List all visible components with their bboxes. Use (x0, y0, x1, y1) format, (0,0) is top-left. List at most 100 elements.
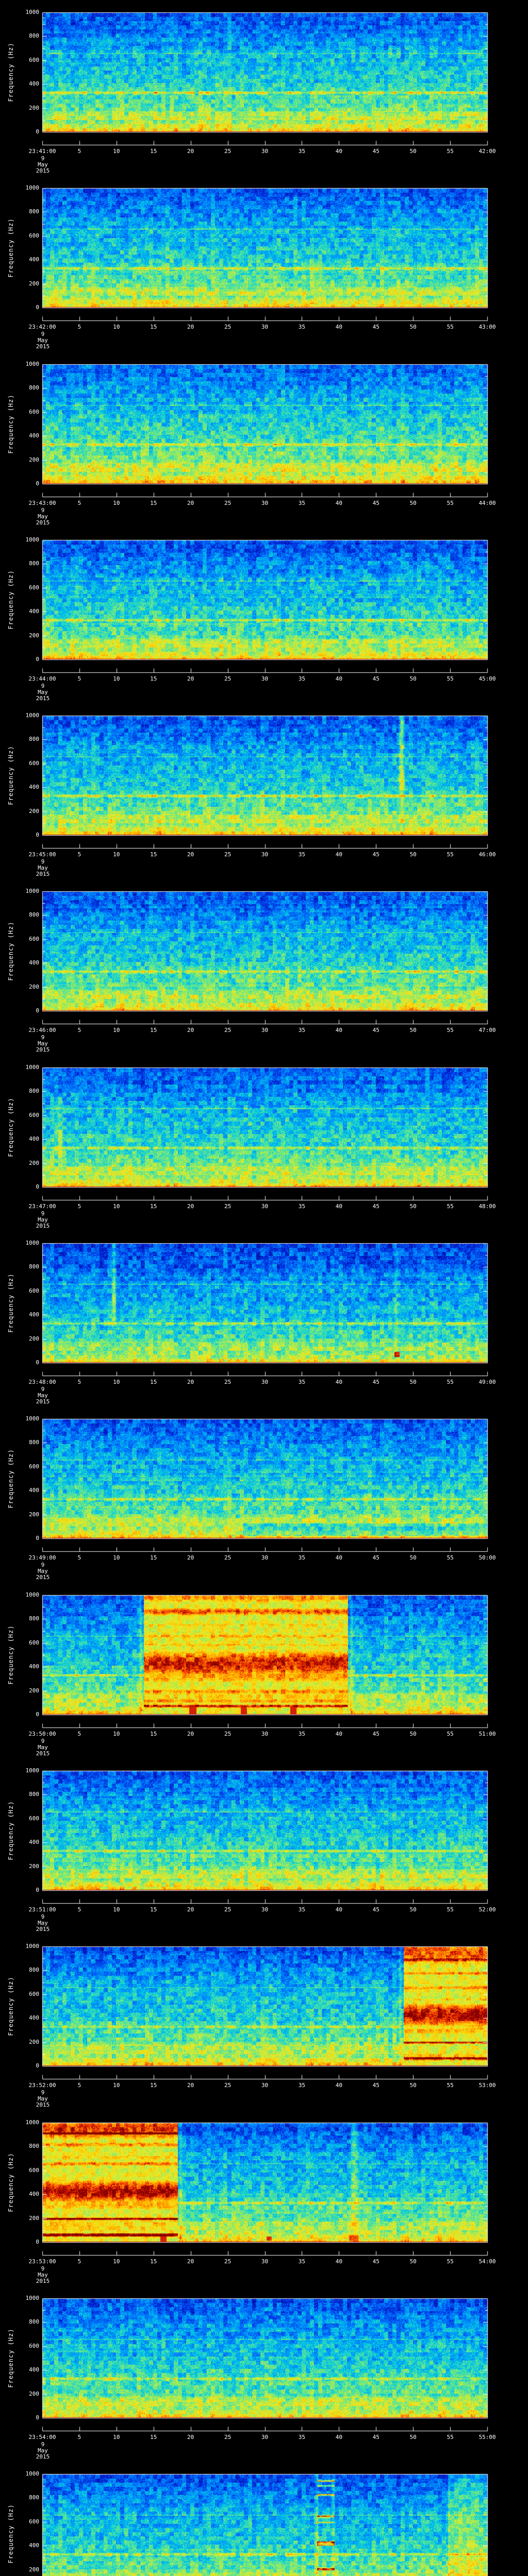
y-tick-label: 200 (29, 1335, 39, 1342)
x-start-time-label: 23:44:00 (28, 675, 56, 682)
y-axis-title: Frequency (Hz) (7, 1625, 14, 1685)
y-tick-label: 1000 (25, 1064, 40, 1071)
x-tick-label: 5 (77, 1203, 81, 1210)
x-tick-label: 10 (113, 1731, 120, 1737)
y-tick-label: 600 (29, 1463, 39, 1470)
x-tick-label: 10 (113, 1554, 120, 1561)
x-tick-label: 15 (150, 1379, 157, 1385)
y-tick-label: 1000 (25, 1240, 40, 1246)
y-tick-label: 400 (29, 784, 39, 791)
x-tick-label: 50 (409, 1731, 417, 1737)
x-tick-label: 25 (224, 2082, 232, 2089)
y-tick-label: 0 (36, 1711, 39, 1718)
x-tick-label: 35 (298, 1731, 306, 1737)
x-end-time-label: 54:00 (478, 2258, 496, 2265)
x-tick-label: 10 (113, 851, 120, 858)
spectrogram-panel-5: Frequency (Hz) 0 200 400 600 800 1000 23:45:00 5… (0, 703, 528, 879)
date-line: 2015 (36, 519, 50, 526)
y-tick-label: 1000 (25, 712, 40, 719)
x-tick-label: 40 (335, 1906, 342, 1913)
x-end-time-label: 46:00 (478, 851, 496, 858)
spectrogram-panel-10: Frequency (Hz) 0 200 400 600 800 1000 23:50:00 5… (0, 1583, 528, 1758)
y-tick-label: 400 (29, 959, 39, 967)
date-line: 2015 (36, 1926, 50, 1933)
x-tick-label: 15 (150, 1203, 157, 1210)
y-tick-label: 400 (29, 1311, 39, 1318)
x-tick-label: 5 (77, 851, 81, 858)
x-tick-label: 45 (372, 1027, 380, 1033)
y-tick-label: 0 (36, 832, 39, 838)
y-tick-label: 400 (29, 2014, 39, 2022)
spectrogram-panel-1: Frequency (Hz) 0 200 400 600 800 1000 23:41:00 5… (0, 0, 528, 176)
x-tick-label: 55 (447, 1203, 454, 1210)
x-start-time-label: 23:45:00 (28, 851, 56, 858)
x-tick-label: 45 (372, 1731, 380, 1737)
x-end-time-label: 43:00 (478, 324, 496, 330)
x-tick-label: 40 (335, 324, 342, 330)
x-tick-label: 55 (447, 1906, 454, 1913)
y-tick-label: 800 (29, 1088, 39, 1095)
x-tick-label: 55 (447, 1554, 454, 1561)
x-tick-label: 5 (77, 1027, 81, 1033)
x-tick-label: 40 (335, 2258, 342, 2265)
x-tick-label: 30 (261, 324, 269, 330)
y-axis-title: Frequency (Hz) (7, 1449, 14, 1509)
y-tick-label: 200 (29, 1862, 39, 1870)
x-end-time-label: 50:00 (478, 1554, 496, 1561)
x-tick-label: 55 (447, 148, 454, 155)
x-tick-label: 15 (150, 1554, 157, 1561)
x-tick-label: 25 (224, 2258, 232, 2265)
x-tick-label: 5 (77, 324, 81, 330)
x-tick-label: 10 (113, 1379, 120, 1385)
y-tick-label: 0 (36, 1183, 39, 1190)
x-tick-label: 30 (261, 1731, 269, 1737)
x-tick-label: 10 (113, 500, 120, 506)
y-tick-label: 600 (29, 2166, 39, 2174)
x-tick-label: 55 (447, 1379, 454, 1385)
x-tick-label: 40 (335, 500, 342, 506)
x-tick-label: 40 (335, 2082, 342, 2089)
date-line: 2015 (36, 2453, 50, 2460)
x-tick-label: 35 (298, 324, 306, 330)
y-tick-label: 1000 (25, 1767, 40, 1774)
x-tick-label: 50 (409, 1554, 417, 1561)
x-tick-label: 45 (372, 2258, 380, 2265)
x-tick-label: 40 (335, 1554, 342, 1561)
x-tick-label: 25 (224, 1027, 232, 1033)
x-tick-label: 25 (224, 1554, 232, 1561)
x-tick-label: 15 (150, 675, 157, 682)
y-tick-label: 800 (29, 736, 39, 743)
x-tick-label: 40 (335, 148, 342, 155)
x-tick-label: 30 (261, 1203, 269, 1210)
x-tick-label: 50 (409, 148, 417, 155)
x-tick-label: 20 (187, 1027, 194, 1033)
x-end-time-label: 44:00 (478, 500, 496, 506)
x-tick-label: 50 (409, 851, 417, 858)
x-end-time-label: 52:00 (478, 1906, 496, 1913)
x-tick-label: 20 (187, 148, 194, 155)
x-tick-label: 30 (261, 1379, 269, 1385)
x-tick-label: 5 (77, 1379, 81, 1385)
date-line: 2015 (36, 2102, 50, 2108)
y-tick-label: 800 (29, 1263, 39, 1270)
x-tick-label: 35 (298, 851, 306, 858)
spectrogram-panel-13: Frequency (Hz) 0 200 400 600 800 1000 23:53:00 5… (0, 2110, 528, 2286)
x-tick-label: 5 (77, 2434, 81, 2441)
date-line: 2015 (36, 1750, 50, 1757)
x-tick-label: 15 (150, 324, 157, 330)
x-tick-label: 40 (335, 2434, 342, 2441)
y-tick-label: 800 (29, 911, 39, 919)
spectrogram-panel-2: Frequency (Hz) 0 200 400 600 800 1000 23:42:00 5… (0, 176, 528, 352)
x-tick-label: 5 (77, 500, 81, 506)
spectrogram-panel-11: Frequency (Hz) 0 200 400 600 800 1000 23:51:00 5… (0, 1758, 528, 1934)
date-line: 2015 (36, 343, 50, 350)
y-tick-label: 600 (29, 584, 39, 591)
y-tick-label: 0 (36, 2414, 39, 2421)
x-tick-label: 20 (187, 851, 194, 858)
date-line: 2015 (36, 167, 50, 174)
x-tick-label: 30 (261, 1906, 269, 1913)
y-tick-label: 0 (36, 2239, 39, 2245)
x-tick-label: 25 (224, 500, 232, 506)
y-tick-label: 800 (29, 1615, 39, 1622)
y-tick-label: 400 (29, 432, 39, 439)
